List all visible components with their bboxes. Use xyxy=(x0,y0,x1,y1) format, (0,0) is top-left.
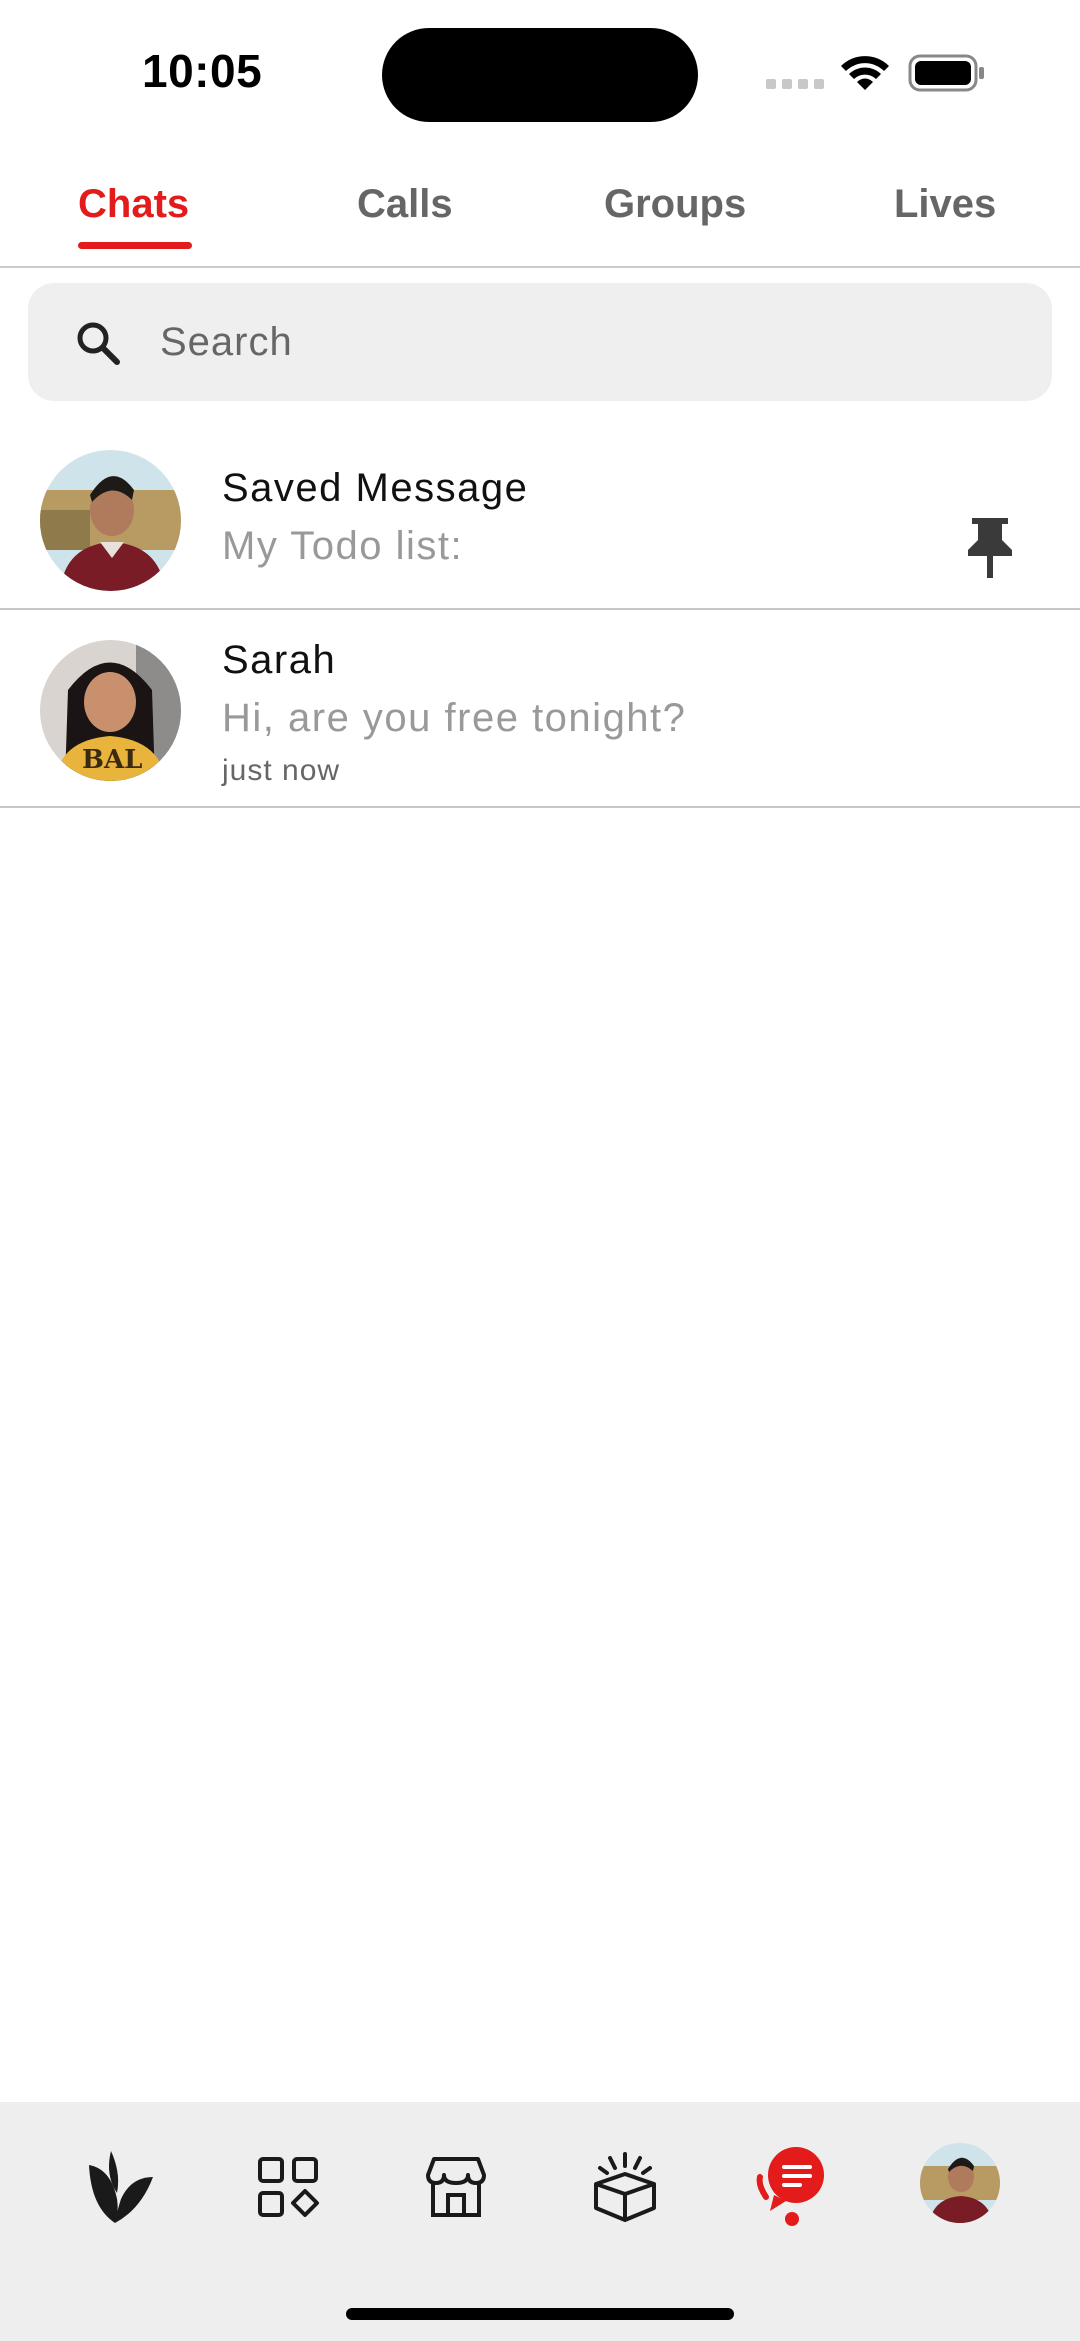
profile-avatar xyxy=(920,2143,1000,2223)
chat-timestamp: just now xyxy=(222,754,341,787)
active-nav-indicator xyxy=(785,2212,799,2226)
nav-store[interactable] xyxy=(411,2142,501,2232)
tab-calls[interactable]: Calls xyxy=(357,182,453,227)
search-input[interactable] xyxy=(160,311,1020,373)
tab-lives[interactable]: Lives xyxy=(894,182,996,227)
cellular-signal-icon xyxy=(766,79,824,89)
nav-home[interactable] xyxy=(74,2142,164,2232)
svg-text:BAL: BAL xyxy=(82,745,142,775)
app-logo-icon xyxy=(89,2151,153,2223)
chat-bubble-icon xyxy=(756,2147,824,2211)
avatar xyxy=(40,450,181,591)
tab-groups[interactable]: Groups xyxy=(604,182,746,227)
nav-apps[interactable] xyxy=(243,2142,333,2232)
status-time: 10:05 xyxy=(142,45,263,97)
active-tab-indicator xyxy=(78,242,192,249)
nav-gifts[interactable] xyxy=(580,2142,670,2232)
nav-profile[interactable] xyxy=(915,2138,1005,2228)
chat-preview: Hi, are you free tonight? xyxy=(222,696,687,740)
chat-preview: My Todo list: xyxy=(222,524,464,568)
home-indicator[interactable] xyxy=(346,2308,734,2320)
store-icon xyxy=(426,2157,486,2217)
bottom-navigation xyxy=(0,2102,1080,2341)
search-bar[interactable] xyxy=(28,283,1052,401)
chat-name: Saved Message xyxy=(222,466,529,510)
dynamic-island xyxy=(382,28,698,122)
pin-icon[interactable] xyxy=(962,514,1018,580)
avatar: BAL xyxy=(40,640,181,781)
status-bar: 10:05 xyxy=(0,0,1080,150)
wifi-icon xyxy=(841,56,889,90)
chat-item-saved-message[interactable]: Saved Message My Todo list: xyxy=(0,430,1080,610)
search-icon xyxy=(77,322,120,365)
chat-name: Sarah xyxy=(222,638,337,682)
chat-item-sarah[interactable]: BAL Sarah Hi, are you free tonight? just… xyxy=(0,610,1080,808)
apps-grid-icon xyxy=(258,2157,319,2217)
tab-bar: Chats Calls Groups Lives xyxy=(0,170,1080,268)
tab-chats[interactable]: Chats xyxy=(78,182,189,227)
gift-box-icon xyxy=(594,2152,656,2222)
battery-icon xyxy=(908,54,984,92)
